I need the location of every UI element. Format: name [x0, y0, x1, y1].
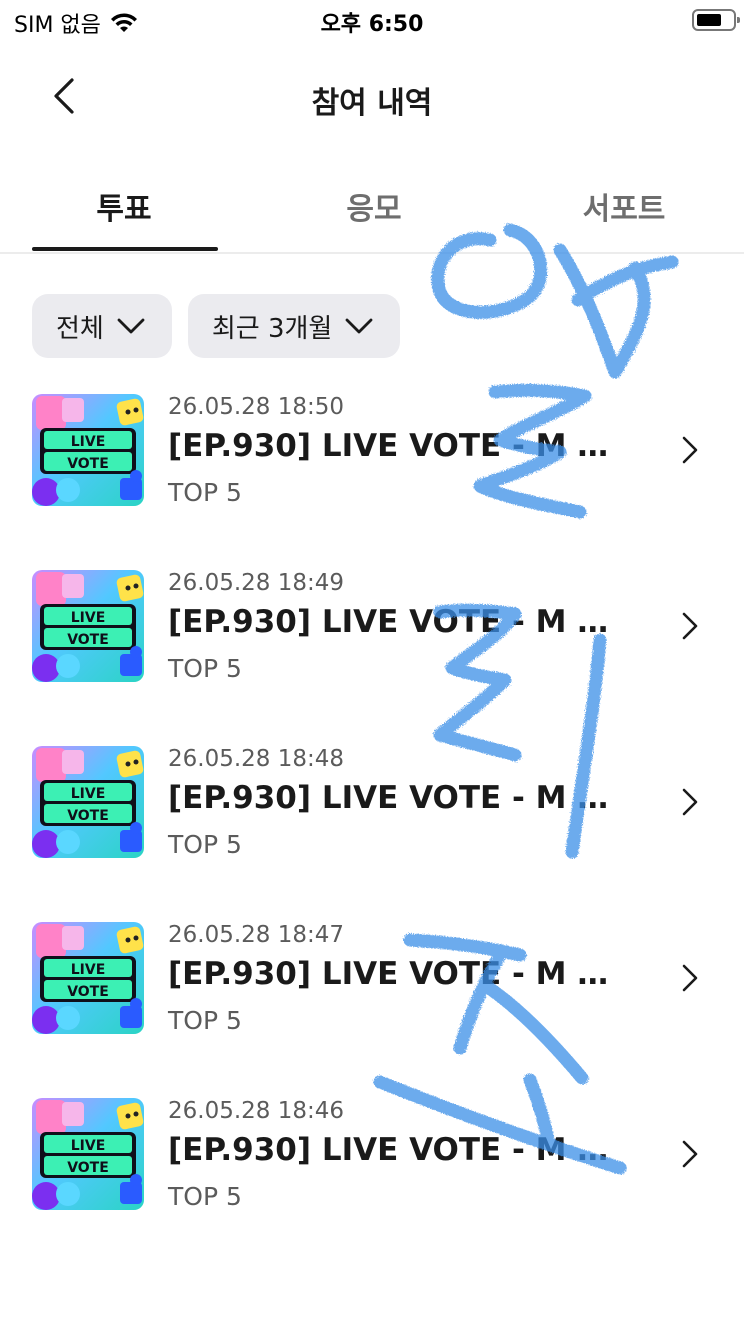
tab-bar: 투표 응모 서포트	[0, 160, 744, 254]
svg-text:LIVE: LIVE	[71, 962, 106, 978]
item-subtitle: TOP 5	[168, 654, 242, 683]
status-bar: SIM 없음 오후 6:50	[0, 0, 744, 42]
status-time: 오후 6:50	[320, 12, 424, 37]
list-item[interactable]: LIVE VOTE 26.05.28 18:49 [EP.930] LIVE V…	[0, 552, 744, 728]
list-item[interactable]: LIVE VOTE 26.05.28 18:46 [EP.930] LIVE V…	[0, 1080, 744, 1256]
category-filter-dropdown[interactable]: 전체	[32, 294, 172, 358]
event-thumbnail: LIVE VOTE	[32, 746, 144, 858]
item-title: [EP.930] LIVE VOTE - M COUNTDOWN	[168, 428, 630, 464]
item-title: [EP.930] LIVE VOTE - M COUNTDOWN	[168, 1132, 630, 1168]
svg-text:LIVE: LIVE	[71, 786, 106, 802]
list-item[interactable]: LIVE VOTE 26.05.28 18:47 [EP.930] LIVE V…	[0, 904, 744, 1080]
item-date: 26.05.28 18:48	[168, 746, 345, 772]
svg-text:VOTE: VOTE	[67, 1160, 109, 1176]
tab-support[interactable]: 서포트	[524, 184, 724, 228]
list-item[interactable]: LIVE VOTE 26.05.28 18:50 [EP.930] LIVE V…	[0, 376, 744, 552]
item-title: [EP.930] LIVE VOTE - M COUNTDOWN	[168, 956, 630, 992]
chevron-right-icon	[682, 964, 698, 992]
chevron-down-icon	[345, 318, 373, 334]
nav-bar: 참여 내역	[0, 56, 744, 136]
chevron-down-icon	[117, 318, 145, 334]
svg-text:LIVE: LIVE	[71, 1138, 106, 1154]
item-subtitle: TOP 5	[168, 478, 242, 507]
filter-bar: 전체 최근 3개월	[32, 294, 401, 358]
app-screen: SIM 없음 오후 6:50 참여 내역 투표 응모 서포트 전체 최근 3개월…	[0, 0, 744, 1334]
item-subtitle: TOP 5	[168, 1182, 242, 1211]
event-thumbnail: LIVE VOTE	[32, 1098, 144, 1210]
period-filter-dropdown[interactable]: 최근 3개월	[187, 294, 401, 358]
item-date: 26.05.28 18:50	[168, 394, 345, 420]
item-date: 26.05.28 18:46	[168, 1098, 345, 1124]
event-thumbnail: LIVE VOTE	[32, 394, 144, 506]
list-item[interactable]: LIVE VOTE 26.05.28 18:48 [EP.930] LIVE V…	[0, 728, 744, 904]
svg-text:LIVE: LIVE	[71, 434, 106, 450]
item-subtitle: TOP 5	[168, 1006, 242, 1035]
svg-text:VOTE: VOTE	[67, 808, 109, 824]
svg-text:VOTE: VOTE	[67, 632, 109, 648]
tab-entry[interactable]: 응모	[274, 184, 474, 228]
event-thumbnail: LIVE VOTE	[32, 570, 144, 682]
tab-active-indicator	[32, 247, 218, 251]
item-title: [EP.930] LIVE VOTE - M COUNTDOWN	[168, 604, 630, 640]
item-title: [EP.930] LIVE VOTE - M COUNTDOWN	[168, 780, 630, 816]
battery-icon	[692, 9, 740, 31]
event-thumbnail: LIVE VOTE	[32, 922, 144, 1034]
item-subtitle: TOP 5	[168, 830, 242, 859]
svg-text:VOTE: VOTE	[67, 456, 109, 472]
svg-text:LIVE: LIVE	[71, 610, 106, 626]
tab-vote[interactable]: 투표	[24, 184, 224, 228]
period-filter-label: 최근 3개월	[211, 313, 333, 344]
item-date: 26.05.28 18:49	[168, 570, 345, 596]
chevron-right-icon	[682, 788, 698, 816]
page-title: 참여 내역	[311, 86, 433, 121]
item-date: 26.05.28 18:47	[168, 922, 345, 948]
chevron-right-icon	[682, 1140, 698, 1168]
category-filter-label: 전체	[56, 313, 104, 344]
participation-list: LIVE VOTE 26.05.28 18:50 [EP.930] LIVE V…	[0, 376, 744, 1256]
svg-text:VOTE: VOTE	[67, 984, 109, 1000]
chevron-right-icon	[682, 436, 698, 464]
chevron-right-icon	[682, 612, 698, 640]
